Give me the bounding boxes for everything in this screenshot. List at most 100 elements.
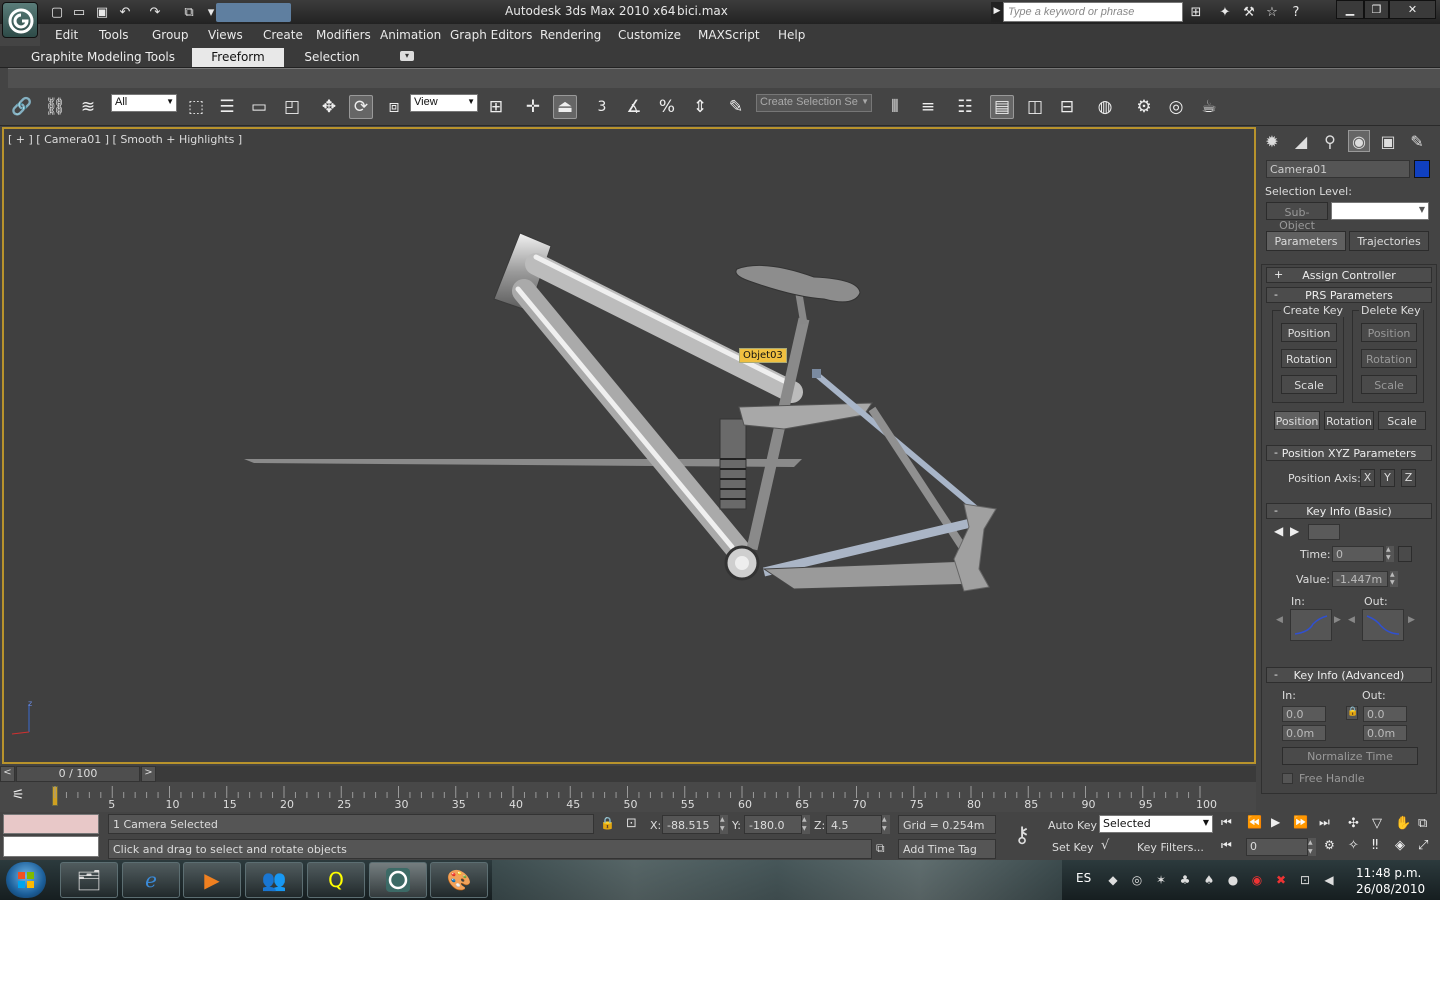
next-frame-icon[interactable]: ⏩ [1293, 815, 1311, 833]
out-tangent-prev-icon[interactable]: ◀ [1348, 615, 1360, 629]
y-spinner-arrows[interactable]: ▲ ▼ [802, 815, 810, 834]
time-slider-prev-icon[interactable]: < [0, 766, 15, 782]
go-to-start-icon[interactable]: ⏮ [1221, 815, 1239, 833]
taskbar-media-player-icon[interactable]: ▶ [183, 862, 241, 898]
select-by-name-icon[interactable]: ☰ [215, 95, 239, 119]
position-xyz-rollout[interactable]: - Position XYZ Parameters [1266, 445, 1432, 461]
zoom-extents-icon[interactable]: ⧉ [1418, 816, 1436, 834]
start-button[interactable] [6, 862, 46, 898]
time-lock-button[interactable] [1398, 546, 1412, 562]
help-icon[interactable]: ? [1287, 3, 1305, 21]
pivot-center-icon[interactable]: ⊞ [484, 95, 508, 119]
open-folder-icon[interactable]: ▭ [70, 3, 88, 21]
time-configuration-icon[interactable]: ⚙ [1324, 838, 1342, 856]
project-folder-icon[interactable]: ⧉ [180, 3, 198, 21]
trajectories-button[interactable]: Trajectories [1349, 231, 1429, 251]
dolly-icon[interactable]: ✧ [1348, 838, 1366, 856]
save-icon[interactable]: ▣ [93, 3, 111, 21]
taskbar-quicktime-icon[interactable]: Q [307, 862, 365, 898]
delete-key-scale-button[interactable]: Scale [1361, 375, 1417, 394]
ribbon-tab-selection[interactable]: Selection [294, 48, 370, 67]
auto-key-button[interactable]: Auto Key [1048, 819, 1097, 832]
track-bar[interactable]: ⚟ 5 10 15 20 25 30 35 40 45 50 55 60 65 70 75 80 85 90 95 1… [0, 782, 1256, 812]
tray-app-icon-2[interactable]: ◎ [1130, 873, 1144, 887]
percent-snap-icon[interactable]: % [655, 95, 679, 119]
taskbar-3dsmax-icon[interactable] [369, 862, 427, 898]
ribbon-minimize-icon[interactable]: ▾ [400, 51, 414, 61]
current-frame-field[interactable]: 0 [1246, 838, 1308, 856]
menu-animation[interactable]: Animation [380, 28, 441, 42]
out-tangent-button[interactable] [1362, 609, 1404, 641]
previous-frame-icon[interactable]: ⏪ [1247, 815, 1265, 833]
in-tangent-prev-icon[interactable]: ◀ [1276, 615, 1288, 629]
axis-x-button[interactable]: X [1360, 469, 1375, 487]
network-icon[interactable]: ⊡ [1298, 873, 1312, 887]
out-tangent-next-icon[interactable]: ▶ [1408, 615, 1420, 629]
pan-view-icon[interactable]: ✋ [1395, 816, 1413, 834]
menu-group[interactable]: Group [152, 28, 189, 42]
create-panel-icon[interactable]: ✹ [1261, 130, 1283, 152]
sub-object-button[interactable]: Sub-Object [1266, 202, 1328, 232]
tools-icon[interactable]: ⚒ [1240, 3, 1258, 21]
advanced-out-speed-field[interactable]: 0.0 [1363, 706, 1407, 722]
curve-editor-icon[interactable]: ◫ [1023, 95, 1047, 119]
value-field[interactable]: -1.447m [1332, 571, 1388, 587]
object-name-field[interactable]: Camera01 [1266, 160, 1410, 178]
axis-y-button[interactable]: Y [1380, 469, 1395, 487]
language-indicator[interactable]: ES [1076, 871, 1091, 885]
utilities-panel-icon[interactable]: ✎ [1406, 130, 1428, 152]
hierarchy-panel-icon[interactable]: ⚲ [1319, 130, 1341, 152]
angle-snap-icon[interactable]: ∡ [622, 95, 646, 119]
normalize-time-button[interactable]: Normalize Time [1282, 747, 1418, 765]
keyboard-shortcut-override-icon[interactable]: ⏏ [553, 95, 577, 119]
parameters-button[interactable]: Parameters [1266, 231, 1346, 251]
taskbar-messenger-icon[interactable]: 👥 [245, 862, 303, 898]
go-to-end-icon[interactable]: ⏭ [1319, 815, 1337, 833]
ribbon-tab-freeform[interactable]: Freeform [192, 48, 284, 67]
clock-time[interactable]: 11:48 p.m. [1356, 866, 1421, 880]
schematic-view-icon[interactable]: ⊟ [1055, 95, 1079, 119]
time-slider-next-icon[interactable]: > [141, 766, 156, 782]
in-tangent-button[interactable] [1290, 609, 1332, 641]
create-key-scale-button[interactable]: Scale [1281, 375, 1337, 394]
menu-create[interactable]: Create [263, 28, 303, 42]
bind-space-warp-icon[interactable]: ≋ [76, 95, 100, 119]
object-color-swatch[interactable] [1414, 160, 1430, 178]
select-and-scale-icon[interactable]: ⧈ [382, 95, 406, 119]
time-field[interactable]: 0 [1332, 546, 1384, 562]
time-spinner-arrows[interactable]: ▲ ▼ [1386, 546, 1394, 562]
value-spinner-arrows[interactable]: ▲ ▼ [1390, 571, 1398, 587]
taskbar-explorer-icon[interactable]: 🗂 [60, 862, 118, 898]
clock-date[interactable]: 26/08/2010 [1356, 882, 1425, 896]
advanced-in-speed-field[interactable]: 0.0 [1282, 706, 1326, 722]
delete-key-position-button[interactable]: Position [1361, 323, 1417, 342]
favorites-star-icon[interactable]: ☆ [1263, 3, 1281, 21]
axis-z-button[interactable]: Z [1401, 469, 1416, 487]
menu-edit[interactable]: Edit [55, 28, 78, 42]
z-spinner-arrows[interactable]: ▲ ▼ [882, 815, 890, 834]
volume-icon[interactable]: ◀ [1322, 873, 1336, 887]
set-key-mode-key-icon[interactable]: ⚷ [1004, 820, 1040, 850]
maximize-button[interactable]: ❐ [1364, 0, 1389, 19]
undo-icon[interactable]: ↶ [116, 3, 134, 21]
edit-named-selection-icon[interactable]: ✎ [724, 95, 748, 119]
tray-app-icon-1[interactable]: ◆ [1106, 873, 1120, 887]
lock-icon[interactable]: 🔒 [1346, 706, 1358, 720]
menu-rendering[interactable]: Rendering [540, 28, 601, 42]
tray-app-icon-7[interactable]: ◉ [1250, 873, 1264, 887]
ribbon-tab-graphite[interactable]: Graphite Modeling Tools [26, 48, 180, 67]
close-button[interactable]: ✕ [1389, 0, 1436, 19]
orbit-icon[interactable]: ◈ [1395, 838, 1413, 856]
binoculars-icon[interactable]: ⊞ [1187, 3, 1205, 21]
advanced-in-value-field[interactable]: 0.0m [1282, 725, 1326, 741]
key-filter-curve-icon[interactable]: √ [1101, 838, 1119, 856]
delete-key-rotation-button[interactable]: Rotation [1361, 349, 1417, 368]
add-time-tag-field[interactable]: Add Time Tag [898, 839, 996, 859]
time-tag-icon[interactable]: ⧉ [876, 841, 892, 857]
key-number-field[interactable] [1308, 524, 1340, 540]
align-icon[interactable]: ≡ [916, 95, 940, 119]
app-logo[interactable] [2, 2, 38, 38]
tray-app-icon-8[interactable]: ✖ [1274, 873, 1288, 887]
spinner-snap-icon[interactable]: ⇕ [688, 95, 712, 119]
search-expand-icon[interactable]: ▶ [991, 2, 1003, 22]
